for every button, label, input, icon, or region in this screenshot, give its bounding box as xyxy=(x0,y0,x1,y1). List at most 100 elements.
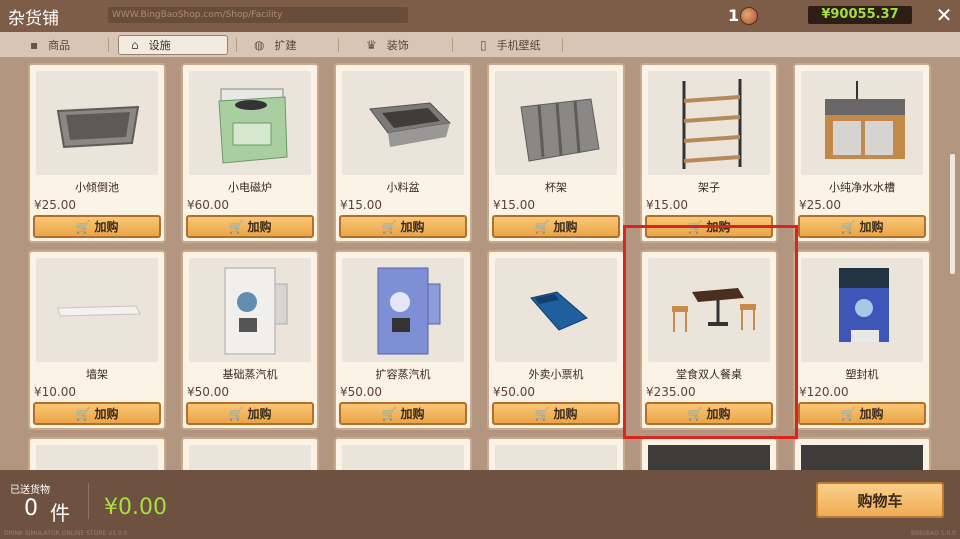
product-price: ¥235.00 xyxy=(646,385,696,399)
sink-image xyxy=(36,71,158,175)
product-price: ¥15.00 xyxy=(340,198,382,212)
product-card: 小电磁炉 ¥60.00 🛒 加购 xyxy=(181,63,319,243)
phone-icon: ▯ xyxy=(480,38,487,52)
add-to-cart-button[interactable]: 🛒 加购 xyxy=(645,402,773,425)
footer-text: DRINK SIMULATOR ONLINE STORE V1.0.0 xyxy=(4,530,128,537)
add-to-cart-button[interactable]: 🛒 加购 xyxy=(492,402,620,425)
product-card: 小料盆 ¥15.00 🛒 加购 xyxy=(334,63,472,243)
product-price: ¥60.00 xyxy=(187,198,229,212)
tab-expand[interactable]: ◍ 扩建 xyxy=(254,35,296,55)
product-price: ¥10.00 xyxy=(34,385,76,399)
add-to-cart-button[interactable]: 🛒 加购 xyxy=(186,215,314,238)
buy-label: 加购 xyxy=(247,220,272,234)
add-to-cart-button[interactable]: 🛒 加购 xyxy=(645,215,773,238)
product-card: 杯架 ¥15.00 🛒 加购 xyxy=(487,63,625,243)
tab-label: 设施 xyxy=(148,39,171,52)
shelf-image xyxy=(648,71,770,175)
buy-label: 加购 xyxy=(94,407,119,421)
product-image xyxy=(189,445,311,470)
expanded-steamer-image xyxy=(342,258,464,362)
cart-icon: 🛒 xyxy=(840,219,856,234)
add-to-cart-button[interactable]: 🛒 加购 xyxy=(798,215,926,238)
dining-table-image xyxy=(648,258,770,362)
version-text: BINGBAO 1.0.0 xyxy=(910,530,956,537)
tab-divider xyxy=(338,38,339,52)
product-card-partial xyxy=(334,437,472,470)
add-to-cart-button[interactable]: 🛒 加购 xyxy=(33,215,161,238)
grid-scrollbar[interactable] xyxy=(950,154,955,274)
product-card: 外卖小票机 ¥50.00 🛒 加购 xyxy=(487,250,625,430)
url-bar: WWW.BingBaoShop.com/Shop/Facility xyxy=(108,7,408,23)
tab-divider xyxy=(562,38,563,52)
product-image xyxy=(801,445,923,470)
product-price: ¥120.00 xyxy=(799,385,849,399)
product-card: 墙架 ¥10.00 🛒 加购 xyxy=(28,250,166,430)
tab-goods[interactable]: ▪ 商品 xyxy=(30,35,70,55)
product-card-partial xyxy=(28,437,166,470)
add-to-cart-button[interactable]: 🛒 加购 xyxy=(339,215,467,238)
product-card: 塑封机 ¥120.00 🛒 加购 xyxy=(793,250,931,430)
product-price: ¥50.00 xyxy=(493,385,535,399)
receipt-printer-image xyxy=(495,258,617,362)
product-image xyxy=(648,445,770,470)
tab-label: 装饰 xyxy=(386,39,409,52)
product-image xyxy=(495,445,617,470)
footer-divider xyxy=(88,483,89,519)
home-icon: ⌂ xyxy=(131,38,139,52)
product-name: 塑封机 xyxy=(845,368,879,381)
wall-shelf-image xyxy=(36,258,158,362)
tab-wallpaper[interactable]: ▯ 手机壁纸 xyxy=(480,35,541,55)
add-to-cart-button[interactable]: 🛒 加购 xyxy=(492,215,620,238)
tab-decor[interactable]: ♛ 装饰 xyxy=(366,35,409,55)
cart-icon: 🛒 xyxy=(381,406,397,421)
tab-facility[interactable]: ⌂ 设施 xyxy=(118,35,228,55)
add-to-cart-button[interactable]: 🛒 加购 xyxy=(798,402,926,425)
tab-divider xyxy=(236,38,237,52)
cart-icon: 🛒 xyxy=(534,219,550,234)
product-card: 小倾倒池 ¥25.00 🛒 加购 xyxy=(28,63,166,243)
coin-icon xyxy=(740,7,758,25)
product-name: 小倾倒池 xyxy=(75,181,119,194)
cup-rack-image xyxy=(495,71,617,175)
cart-icon: 🛒 xyxy=(687,406,703,421)
product-name: 堂食双人餐桌 xyxy=(676,368,742,381)
cart-icon: 🛒 xyxy=(75,406,91,421)
product-grid: 小倾倒池 ¥25.00 🛒 加购 小电磁炉 ¥60.00 🛒 加购 小料盆 ¥1… xyxy=(0,58,960,470)
buy-label: 加购 xyxy=(553,407,578,421)
tab-divider xyxy=(452,38,453,52)
product-name: 外卖小票机 xyxy=(528,368,584,381)
crown-icon: ♛ xyxy=(366,38,377,52)
tab-divider xyxy=(108,38,109,52)
buy-label: 加购 xyxy=(706,220,731,234)
cart-total: ¥0.00 xyxy=(104,495,167,520)
shopping-cart-button[interactable]: 购物车 xyxy=(816,482,944,518)
product-price: ¥50.00 xyxy=(187,385,229,399)
buy-label: 加购 xyxy=(400,407,425,421)
product-card-partial xyxy=(181,437,319,470)
buy-label: 加购 xyxy=(94,220,119,234)
product-card: 架子 ¥15.00 🛒 加购 xyxy=(640,63,778,243)
product-image xyxy=(342,445,464,470)
expand-icon: ◍ xyxy=(254,38,265,52)
cart-icon: 🛒 xyxy=(228,406,244,421)
product-price: ¥50.00 xyxy=(340,385,382,399)
stove-image xyxy=(189,71,311,175)
cart-icon: 🛒 xyxy=(534,406,550,421)
add-to-cart-button[interactable]: 🛒 加购 xyxy=(33,402,161,425)
cart-icon: 🛒 xyxy=(228,219,244,234)
box-icon: ▪ xyxy=(30,38,39,52)
add-to-cart-button[interactable]: 🛒 加购 xyxy=(339,402,467,425)
cart-icon: 🛒 xyxy=(75,219,91,234)
close-button[interactable]: ✕ xyxy=(932,3,956,27)
product-name: 小电磁炉 xyxy=(228,181,272,194)
shipped-label: 已送货物 xyxy=(10,485,50,496)
cart-icon: 🛒 xyxy=(840,406,856,421)
cart-icon: 🛒 xyxy=(687,219,703,234)
coin-count: 1 xyxy=(728,6,740,25)
water-sink-image xyxy=(801,71,923,175)
product-price: ¥15.00 xyxy=(646,198,688,212)
shipped-unit: 件 xyxy=(50,501,70,525)
cart-icon: 🛒 xyxy=(381,219,397,234)
add-to-cart-button[interactable]: 🛒 加购 xyxy=(186,402,314,425)
product-name: 小纯净水水槽 xyxy=(829,181,895,194)
